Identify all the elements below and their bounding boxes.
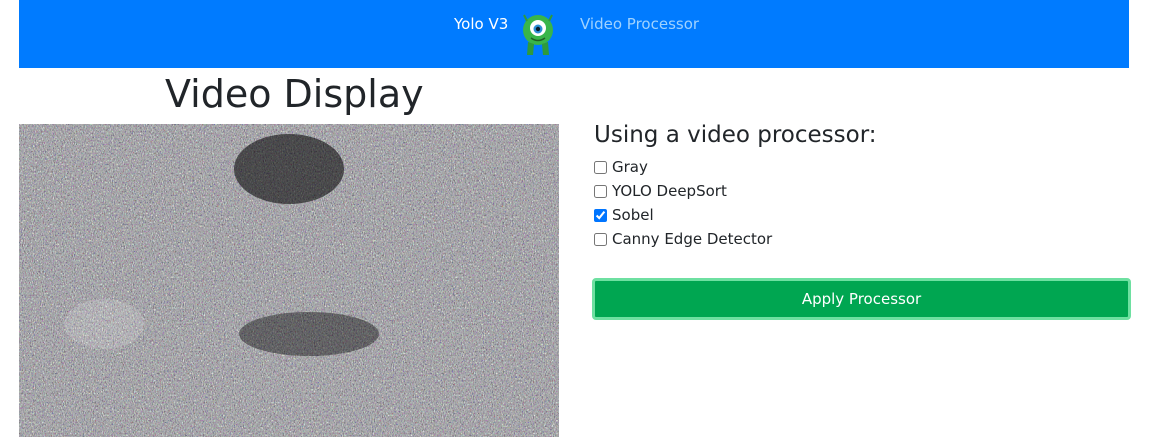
sobel-checkbox[interactable] <box>594 208 607 222</box>
gray-checkbox[interactable] <box>594 160 607 174</box>
option-sobel[interactable]: Sobel <box>594 203 772 227</box>
canny-checkbox[interactable] <box>594 232 607 246</box>
brand-link[interactable]: Yolo V3 <box>454 12 557 56</box>
apply-processor-button[interactable]: Apply Processor <box>592 278 1131 320</box>
video-display <box>19 124 559 437</box>
option-label: Gray <box>612 158 648 176</box>
brand-text: Yolo V3 <box>454 15 509 33</box>
option-label: Canny Edge Detector <box>612 230 773 248</box>
nav-link-video-processor[interactable]: Video Processor <box>580 14 699 34</box>
yolo-deepsort-checkbox[interactable] <box>594 184 607 198</box>
alien-logo-icon <box>523 14 554 55</box>
option-gray[interactable]: Gray <box>594 155 772 179</box>
option-yolo-deepsort[interactable]: YOLO DeepSort <box>594 179 772 203</box>
option-label: YOLO DeepSort <box>612 182 727 200</box>
processor-options: Gray YOLO DeepSort Sobel Canny Edge Dete… <box>594 155 772 251</box>
page-title: Video Display <box>165 72 424 116</box>
option-canny[interactable]: Canny Edge Detector <box>594 227 772 251</box>
option-label: Sobel <box>612 206 654 224</box>
navbar: Yolo V3 Video Processor <box>19 0 1129 68</box>
video-frame <box>19 124 559 437</box>
processor-heading: Using a video processor: <box>594 122 877 148</box>
